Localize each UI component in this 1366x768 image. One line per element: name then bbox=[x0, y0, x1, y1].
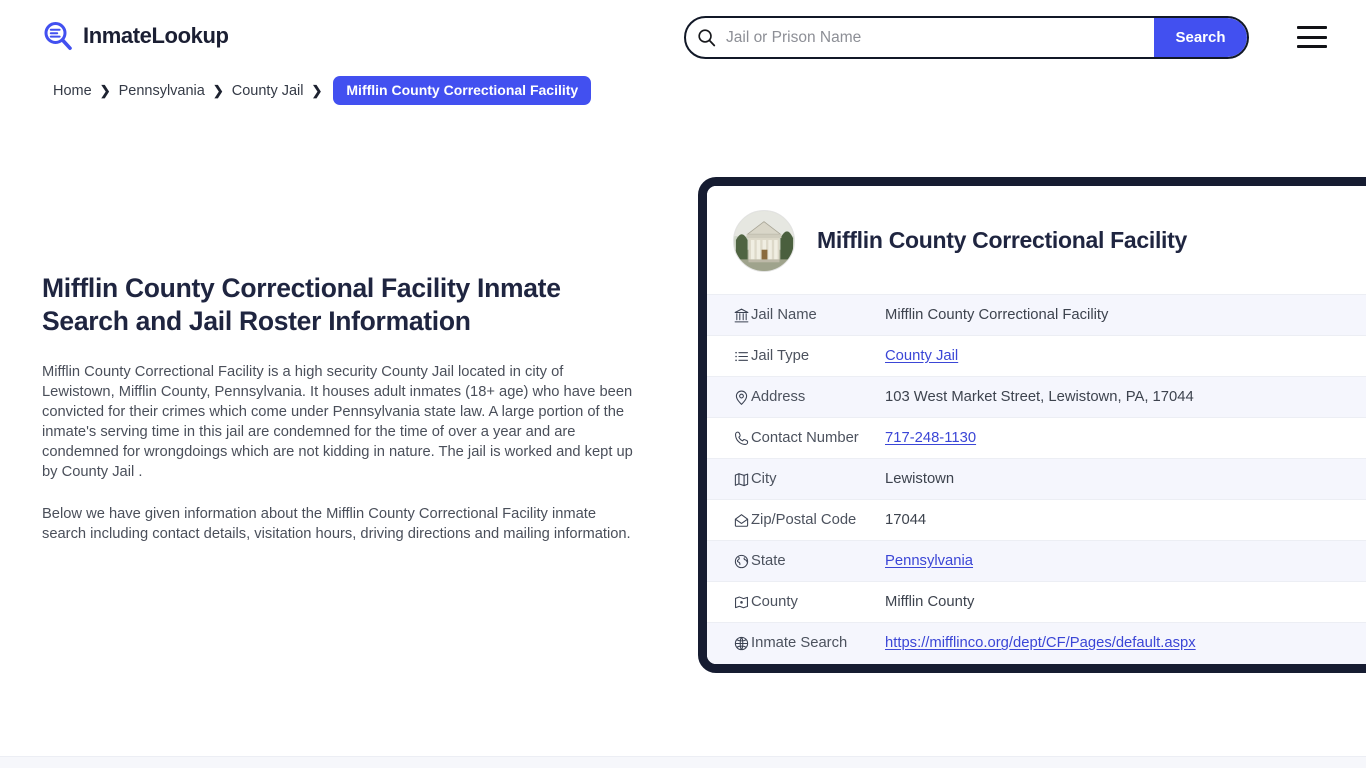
row-value: Mifflin County bbox=[877, 582, 1366, 623]
brand-logo-link[interactable]: InmateLookup bbox=[42, 20, 229, 52]
table-row: Contact Number 717-248-1130 bbox=[707, 418, 1366, 459]
facility-card-title: Mifflin County Correctional Facility bbox=[817, 227, 1187, 255]
row-label: Inmate Search bbox=[751, 623, 877, 664]
hamburger-bar bbox=[1297, 45, 1327, 48]
table-row: Zip/Postal Code 17044 bbox=[707, 500, 1366, 541]
table-row: State Pennsylvania bbox=[707, 541, 1366, 582]
chevron-right-icon: ❯ bbox=[100, 84, 111, 97]
facility-info-card-inner: Mifflin County Correctional Facility Jai… bbox=[707, 186, 1366, 664]
bank-icon bbox=[707, 295, 751, 336]
row-label: Contact Number bbox=[751, 418, 877, 459]
table-row: Jail Type County Jail bbox=[707, 336, 1366, 377]
facility-info-card: Mifflin County Correctional Facility Jai… bbox=[698, 177, 1366, 673]
site-header: InmateLookup Search bbox=[0, 0, 1366, 74]
article-column: Mifflin County Correctional Facility Inm… bbox=[42, 272, 640, 566]
courthouse-photo bbox=[733, 210, 795, 272]
row-label: County bbox=[751, 582, 877, 623]
hamburger-menu-icon[interactable] bbox=[1297, 26, 1327, 48]
map-pin-icon bbox=[707, 377, 751, 418]
hamburger-bar bbox=[1297, 36, 1327, 39]
chevron-right-icon: ❯ bbox=[213, 84, 224, 97]
hamburger-bar bbox=[1297, 26, 1327, 29]
envelope-icon bbox=[707, 500, 751, 541]
jail-type-link[interactable]: County Jail bbox=[885, 348, 958, 364]
secondary-paragraph: Below we have given information about th… bbox=[42, 504, 640, 544]
breadcrumb-item-home[interactable]: Home bbox=[53, 83, 92, 99]
row-label: Zip/Postal Code bbox=[751, 500, 877, 541]
magnifier-list-icon bbox=[42, 20, 74, 52]
region-icon bbox=[707, 582, 751, 623]
list-icon bbox=[707, 336, 751, 377]
search-input[interactable] bbox=[722, 18, 1154, 57]
search-bar[interactable]: Search bbox=[684, 16, 1249, 59]
facility-details-table: Jail Name Mifflin County Correctional Fa… bbox=[707, 294, 1366, 664]
facility-details-body: Jail Name Mifflin County Correctional Fa… bbox=[707, 295, 1366, 664]
breadcrumb-item-current: Mifflin County Correctional Facility bbox=[333, 76, 591, 105]
row-value: Mifflin County Correctional Facility bbox=[877, 295, 1366, 336]
table-row: Inmate Search https://mifflinco.org/dept… bbox=[707, 623, 1366, 664]
row-value: 717-248-1130 bbox=[877, 418, 1366, 459]
brand-name: InmateLookup bbox=[83, 23, 229, 49]
facility-card-header: Mifflin County Correctional Facility bbox=[707, 186, 1366, 294]
intro-paragraph: Mifflin County Correctional Facility is … bbox=[42, 362, 640, 482]
breadcrumb-item-pennsylvania[interactable]: Pennsylvania bbox=[119, 83, 205, 99]
row-value: 17044 bbox=[877, 500, 1366, 541]
breadcrumb-item-county-jail[interactable]: County Jail bbox=[232, 83, 304, 99]
table-row: Address 103 West Market Street, Lewistow… bbox=[707, 377, 1366, 418]
row-label: Address bbox=[751, 377, 877, 418]
search-icon bbox=[686, 28, 722, 47]
globe-icon bbox=[707, 541, 751, 582]
page-title: Mifflin County Correctional Facility Inm… bbox=[42, 272, 640, 338]
row-value: Pennsylvania bbox=[877, 541, 1366, 582]
phone-icon bbox=[707, 418, 751, 459]
table-row: County Mifflin County bbox=[707, 582, 1366, 623]
breadcrumb: Home ❯ Pennsylvania ❯ County Jail ❯ Miff… bbox=[53, 76, 591, 105]
chevron-right-icon: ❯ bbox=[311, 84, 322, 97]
row-label: Jail Type bbox=[751, 336, 877, 377]
row-value: Lewistown bbox=[877, 459, 1366, 500]
inmate-search-link[interactable]: https://mifflinco.org/dept/CF/Pages/defa… bbox=[885, 635, 1196, 651]
row-label: Jail Name bbox=[751, 295, 877, 336]
footer-divider bbox=[0, 756, 1366, 768]
row-value: https://mifflinco.org/dept/CF/Pages/defa… bbox=[877, 623, 1366, 664]
map-icon bbox=[707, 459, 751, 500]
row-value: County Jail bbox=[877, 336, 1366, 377]
row-label: State bbox=[751, 541, 877, 582]
contact-number-link[interactable]: 717-248-1130 bbox=[885, 430, 976, 446]
table-row: Jail Name Mifflin County Correctional Fa… bbox=[707, 295, 1366, 336]
globe-grid-icon bbox=[707, 623, 751, 664]
table-row: City Lewistown bbox=[707, 459, 1366, 500]
state-link[interactable]: Pennsylvania bbox=[885, 553, 973, 569]
search-button[interactable]: Search bbox=[1154, 18, 1247, 57]
row-value: 103 West Market Street, Lewistown, PA, 1… bbox=[877, 377, 1366, 418]
row-label: City bbox=[751, 459, 877, 500]
